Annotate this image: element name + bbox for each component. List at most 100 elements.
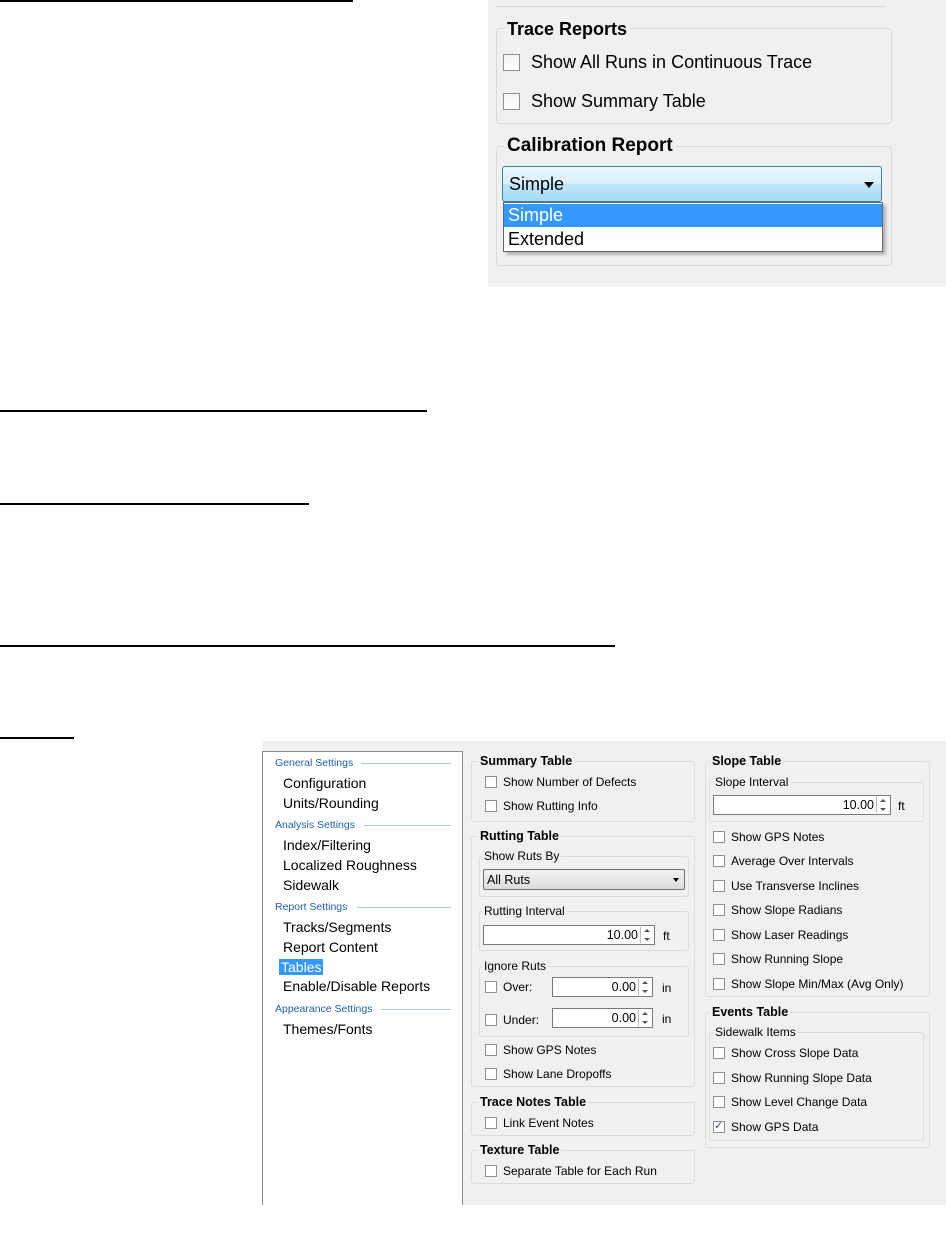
average-over-intervals-checkbox[interactable]: [713, 855, 725, 867]
link-event-notes-label: Link Event Notes: [503, 1116, 594, 1130]
nav-item-tables[interactable]: Tables: [279, 959, 324, 975]
redacted-line-3: [0, 503, 309, 505]
nav-category-report: Report Settings: [275, 901, 348, 913]
slope-interval-input[interactable]: 10.00: [713, 795, 891, 815]
texture-table-title: Texture Table: [478, 1143, 562, 1157]
ignore-ruts-over-label: Over:: [503, 980, 533, 994]
show-summary-table-label: Show Summary Table: [531, 91, 706, 111]
trace-report-settings-screenshot: Trace Reports Show All Runs in Continuou…: [488, 0, 946, 287]
separate-table-each-run-label: Separate Table for Each Run: [503, 1164, 657, 1178]
show-ruts-by-label: Show Ruts By: [482, 849, 562, 863]
show-lane-dropoffs-checkbox[interactable]: [485, 1068, 497, 1080]
nav-item-sidewalk[interactable]: Sidewalk: [281, 877, 341, 893]
ignore-ruts-under-spinner[interactable]: [638, 1010, 651, 1026]
show-slope-radians-checkbox[interactable]: [713, 904, 725, 916]
nav-category-analysis: Analysis Settings: [275, 819, 355, 831]
use-transverse-inclines-label: Use Transverse Inclines: [731, 879, 860, 893]
slope-interval-label: Slope Interval: [713, 775, 791, 789]
show-gps-data-label: Show GPS Data: [731, 1120, 819, 1134]
show-laser-readings-checkbox[interactable]: [713, 929, 725, 941]
slope-interval-unit: ft: [898, 799, 905, 813]
ignore-ruts-over-checkbox[interactable]: [485, 981, 497, 993]
ignore-ruts-under-unit: in: [662, 1012, 672, 1026]
show-level-change-data-label: Show Level Change Data: [731, 1095, 868, 1109]
redacted-line-5: [0, 737, 74, 739]
show-number-of-defects-checkbox[interactable]: [485, 776, 497, 788]
show-slope-min-max-checkbox[interactable]: [713, 978, 725, 990]
nav-item-configuration[interactable]: Configuration: [281, 775, 368, 791]
rutting-interval-spinner[interactable]: [640, 927, 653, 943]
calibration-report-dropdown[interactable]: Simple: [502, 166, 882, 202]
ignore-ruts-under-input[interactable]: 0.00: [552, 1008, 653, 1028]
show-running-slope-label: Show Running Slope: [731, 952, 844, 966]
nav-category-appearance: Appearance Settings: [275, 1003, 373, 1015]
show-gps-data-checkbox[interactable]: [713, 1119, 725, 1133]
trace-notes-table-title: Trace Notes Table: [478, 1095, 589, 1109]
calibration-option-simple[interactable]: Simple: [504, 204, 882, 227]
nav-item-themes-fonts[interactable]: Themes/Fonts: [281, 1021, 374, 1037]
slope-table-title: Slope Table: [710, 754, 784, 768]
show-all-runs-checkbox[interactable]: [503, 54, 520, 71]
ignore-ruts-under-label: Under:: [503, 1013, 540, 1027]
nav-item-enable-disable-reports[interactable]: Enable/Disable Reports: [281, 978, 432, 994]
link-event-notes-checkbox[interactable]: [485, 1117, 497, 1129]
show-slope-min-max-label: Show Slope Min/Max (Avg Only): [731, 977, 904, 991]
redacted-line-1: [0, 0, 353, 2]
nav-item-index-filtering[interactable]: Index/Filtering: [281, 837, 373, 853]
show-all-runs-label: Show All Runs in Continuous Trace: [531, 52, 813, 72]
chevron-down-icon: [673, 878, 679, 882]
nav-category-general: General Settings: [275, 757, 354, 769]
chevron-down-icon: [864, 182, 874, 188]
trace-reports-title: Trace Reports: [504, 19, 631, 40]
calibration-dropdown-list: Simple Extended: [503, 202, 883, 252]
show-level-change-data-checkbox[interactable]: [713, 1096, 725, 1108]
slope-show-gps-notes-checkbox[interactable]: [713, 831, 725, 843]
ignore-ruts-under-value: 0.00: [611, 1011, 636, 1025]
average-over-intervals-label: Average Over Intervals: [731, 854, 854, 868]
show-rutting-info-label: Show Rutting Info: [503, 799, 598, 813]
redacted-line-2: [0, 410, 427, 412]
ignore-ruts-over-input[interactable]: 0.00: [552, 977, 653, 997]
sidewalk-items-label: Sidewalk Items: [713, 1025, 798, 1039]
ignore-ruts-over-spinner[interactable]: [638, 979, 651, 995]
use-transverse-inclines-checkbox[interactable]: [713, 880, 725, 892]
nav-item-report-content[interactable]: Report Content: [281, 939, 380, 955]
redacted-line-4: [0, 645, 615, 647]
calibration-option-extended[interactable]: Extended: [504, 228, 882, 251]
show-running-slope-checkbox[interactable]: [713, 953, 725, 965]
show-running-slope-data-checkbox[interactable]: [713, 1072, 725, 1084]
show-ruts-by-dropdown[interactable]: All Ruts: [483, 869, 685, 890]
nav-item-tracks-segments[interactable]: Tracks/Segments: [281, 919, 393, 935]
show-lane-dropoffs-label: Show Lane Dropoffs: [503, 1067, 612, 1081]
rutting-show-gps-notes-checkbox[interactable]: [485, 1044, 497, 1056]
events-table-title: Events Table: [710, 1005, 791, 1019]
show-running-slope-data-label: Show Running Slope Data: [731, 1071, 872, 1085]
rutting-interval-input[interactable]: 10.00: [483, 925, 655, 945]
show-cross-slope-data-checkbox[interactable]: [713, 1047, 725, 1059]
separate-table-each-run-checkbox[interactable]: [485, 1165, 497, 1177]
show-number-of-defects-label: Show Number of Defects: [503, 775, 637, 789]
slope-show-gps-notes-label: Show GPS Notes: [731, 830, 825, 844]
show-rutting-info-checkbox[interactable]: [485, 800, 497, 812]
rutting-show-gps-notes-label: Show GPS Notes: [503, 1043, 597, 1057]
rutting-interval-label: Rutting Interval: [482, 904, 567, 918]
show-summary-table-checkbox[interactable]: [503, 93, 520, 110]
settings-nav-tree: General Settings Configuration Units/Rou…: [262, 751, 463, 1205]
ignore-ruts-over-value: 0.00: [611, 980, 636, 994]
nav-item-localized-roughness[interactable]: Localized Roughness: [281, 857, 419, 873]
calibration-selected-value: Simple: [509, 174, 565, 194]
rutting-interval-unit: ft: [663, 929, 670, 943]
show-ruts-by-value: All Ruts: [487, 873, 531, 887]
rutting-interval-value: 10.00: [606, 928, 638, 942]
nav-category-divider: [357, 907, 451, 908]
slope-interval-spinner[interactable]: [876, 797, 889, 813]
show-slope-radians-label: Show Slope Radians: [731, 903, 843, 917]
nav-category-divider: [381, 1009, 451, 1010]
summary-table-title: Summary Table: [478, 754, 575, 768]
slope-interval-value: 10.00: [842, 798, 874, 812]
table-settings-screenshot: General Settings Configuration Units/Rou…: [262, 741, 946, 1205]
panel-top-edge: [496, 0, 886, 7]
ignore-ruts-under-checkbox[interactable]: [485, 1014, 497, 1026]
ignore-ruts-label: Ignore Ruts: [482, 959, 549, 973]
nav-item-units-rounding[interactable]: Units/Rounding: [281, 795, 381, 811]
